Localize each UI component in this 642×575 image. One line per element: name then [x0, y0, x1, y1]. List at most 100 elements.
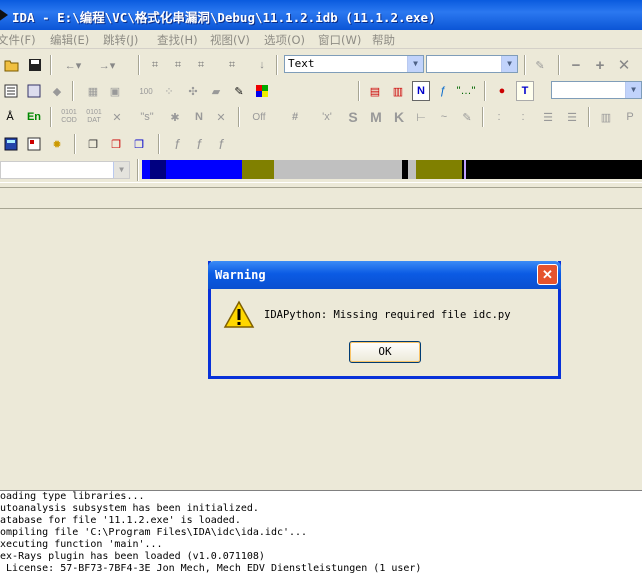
- calculator-icon[interactable]: [2, 134, 20, 154]
- menu-file[interactable]: 文件(F): [0, 32, 36, 48]
- function-f2-icon[interactable]: f: [190, 134, 208, 154]
- function-f3-icon[interactable]: f: [212, 134, 230, 154]
- close-icon[interactable]: ✕: [537, 264, 558, 285]
- type-icon[interactable]: T: [516, 81, 534, 101]
- forward-arrow-icon[interactable]: →▾: [92, 55, 122, 75]
- chevron-down-icon[interactable]: ▼: [407, 56, 423, 72]
- enum-icon[interactable]: ▥: [389, 81, 407, 101]
- output-line: Compiling file 'C:\Program Files\IDA\idc…: [0, 527, 308, 538]
- tilde-icon[interactable]: ~: [435, 107, 453, 127]
- save-icon[interactable]: [25, 55, 45, 75]
- names-icon[interactable]: N: [412, 81, 430, 101]
- colon-icon[interactable]: :: [492, 107, 506, 127]
- output-line: Hex-Rays plugin has been loaded (v1.0.07…: [0, 551, 265, 562]
- segment-s-icon[interactable]: S: [344, 107, 362, 127]
- color-grid-icon[interactable]: [253, 81, 271, 101]
- open-icon[interactable]: [2, 55, 22, 75]
- paint-brush-icon[interactable]: ✎: [530, 55, 550, 75]
- struct-icon[interactable]: ▤: [366, 81, 384, 101]
- compass-icon[interactable]: Å: [2, 107, 18, 127]
- warning-dialog: Warning ✕ IDAPython: Missing required fi…: [208, 261, 561, 379]
- offset-icon[interactable]: Off: [246, 107, 272, 127]
- output-line: Executing function 'main'...: [0, 539, 163, 550]
- jump-down-icon[interactable]: ↓: [254, 55, 270, 75]
- hex-100-icon[interactable]: 100: [136, 81, 156, 101]
- plus-icon[interactable]: +: [590, 55, 610, 75]
- scatter-icon[interactable]: ⁘: [160, 81, 178, 101]
- string-icon[interactable]: "s": [136, 107, 158, 127]
- function-f1-icon[interactable]: f: [168, 134, 186, 154]
- debugger-select[interactable]: ▼: [551, 81, 642, 99]
- wrench-icon[interactable]: ✎: [230, 81, 248, 101]
- data-icon[interactable]: 0101 DAT: [83, 107, 105, 127]
- wrench-tools-icon[interactable]: ✣: [184, 81, 202, 101]
- chevron-down-icon[interactable]: ▼: [501, 56, 517, 72]
- binoculars-text-icon[interactable]: ⌗: [191, 55, 211, 75]
- align-icon[interactable]: ☰: [538, 107, 558, 127]
- binoculars-next-icon[interactable]: ⌗: [168, 55, 188, 75]
- segment-select[interactable]: Text ▼: [284, 55, 424, 73]
- k-icon[interactable]: K: [390, 107, 408, 127]
- gear-icon[interactable]: ✹: [48, 134, 66, 154]
- windows-blue-icon[interactable]: ❐: [130, 134, 148, 154]
- windows-red-icon[interactable]: ❐: [107, 134, 125, 154]
- output-line: License: 57-BF73-7BF4-3E Jon Mech, Mech …: [0, 563, 422, 574]
- undefine-icon[interactable]: ✕: [108, 107, 126, 127]
- calc-icon[interactable]: ▦: [84, 81, 102, 101]
- menu-options[interactable]: 选项(O): [264, 32, 305, 48]
- toolbar-separator: [484, 81, 486, 101]
- ok-button[interactable]: OK: [349, 341, 421, 363]
- menu-jump[interactable]: 跳转(J): [103, 32, 138, 48]
- tab-strip: [0, 188, 642, 209]
- binoculars-icon[interactable]: ⌗: [145, 55, 165, 75]
- toolbar-separator: [50, 107, 52, 127]
- toolbar-separator: [524, 55, 526, 75]
- address-combo[interactable]: ▼: [0, 161, 130, 179]
- name-icon[interactable]: N: [190, 107, 208, 127]
- dash-icon[interactable]: ⊢: [412, 107, 430, 127]
- p-icon[interactable]: P: [620, 107, 640, 127]
- nav-segment-func: [150, 160, 166, 179]
- colon-2-icon[interactable]: :: [516, 107, 530, 127]
- binoculars-binary-icon[interactable]: ⌗: [222, 55, 242, 75]
- nav-segment-marker: [464, 160, 466, 179]
- chevron-down-icon[interactable]: ▼: [113, 162, 129, 178]
- chevron-down-icon[interactable]: ▼: [625, 82, 641, 98]
- menu-edit[interactable]: 编辑(E): [50, 32, 89, 48]
- output-line: Loading type libraries...: [0, 491, 145, 502]
- disk-icon[interactable]: ▣: [106, 81, 124, 101]
- windows-icon[interactable]: ❐: [84, 134, 102, 154]
- close-icon[interactable]: ✕: [614, 55, 634, 75]
- char-icon[interactable]: 'x': [316, 107, 338, 127]
- hash-icon[interactable]: #: [286, 107, 304, 127]
- diamond-icon[interactable]: ◆: [48, 81, 66, 101]
- menu-search[interactable]: 查找(H): [157, 32, 198, 48]
- strings-icon[interactable]: "…": [457, 81, 476, 101]
- toolbar-separator: [138, 55, 140, 75]
- align-2-icon[interactable]: ☰: [562, 107, 582, 127]
- asterisk-icon[interactable]: ✱: [166, 107, 184, 127]
- menu-help[interactable]: 帮助: [372, 32, 395, 48]
- toolbar-row-4: ✹ ❐ ❐ ❐ f f f: [0, 131, 642, 157]
- breakpoint-icon[interactable]: ●: [492, 81, 512, 101]
- output-line: Database for file '11.1.2.exe' is loaded…: [0, 515, 241, 526]
- navigation-band[interactable]: [142, 160, 642, 179]
- hex-dump-icon[interactable]: [25, 134, 43, 154]
- bars-icon[interactable]: ▥: [596, 107, 616, 127]
- output-window[interactable]: Loading type libraries... Autoanalysis s…: [0, 490, 642, 575]
- segment-select-2[interactable]: ▼: [426, 55, 518, 73]
- graph-icon[interactable]: [2, 81, 20, 101]
- m-icon[interactable]: M: [367, 107, 385, 127]
- menu-view[interactable]: 视图(V): [210, 32, 250, 48]
- back-arrow-icon[interactable]: ←▾: [58, 55, 88, 75]
- language-en-icon[interactable]: En: [24, 107, 44, 127]
- minus-icon[interactable]: −: [566, 55, 586, 75]
- hex-view-icon[interactable]: [25, 81, 43, 101]
- nav-segment-code: [166, 160, 242, 179]
- x-icon[interactable]: ✕: [212, 107, 230, 127]
- menu-window[interactable]: 窗口(W): [318, 32, 361, 48]
- functions-icon[interactable]: ƒ: [434, 81, 452, 101]
- pencil-icon[interactable]: ✎: [458, 107, 476, 127]
- code-icon[interactable]: 0101 COD: [58, 107, 80, 127]
- eraser-icon[interactable]: ▰: [207, 81, 225, 101]
